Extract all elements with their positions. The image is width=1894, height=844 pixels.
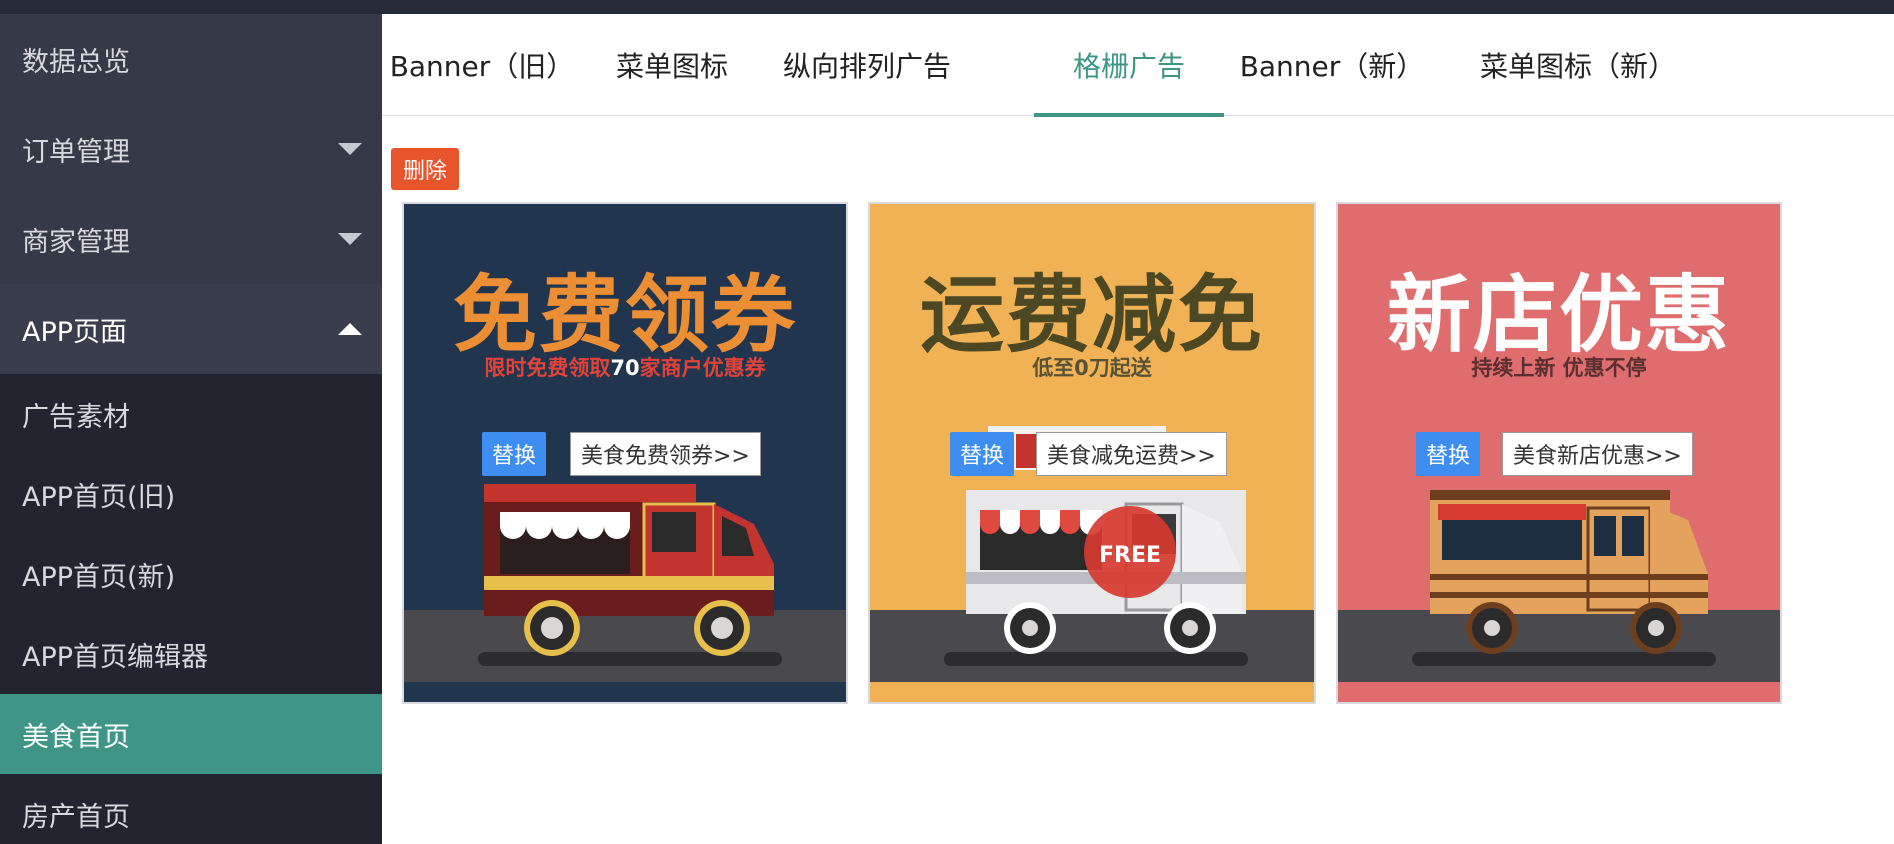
- link-target-box[interactable]: 美食新店优惠>>: [1502, 432, 1693, 476]
- sidebar-item-label: APP首页编辑器: [22, 641, 209, 673]
- link-target-box[interactable]: 美食免费领券>>: [570, 432, 761, 476]
- chevron-down-icon: [338, 143, 362, 155]
- sidebar-item-label: 美食首页: [22, 721, 130, 753]
- tab-menu-icons-new[interactable]: 菜单图标（新）: [1468, 14, 1688, 116]
- card-title: 运费减免: [919, 266, 1264, 364]
- tab-label: Banner（新）: [1239, 50, 1425, 83]
- sidebar-item-food-home[interactable]: 美食首页: [0, 694, 382, 774]
- card-subtitle: 限时免费领取70家商户优惠券: [404, 352, 846, 382]
- ad-card-free-coupon: 免费领券 限时免费领取70家商户优惠券 替换 美食免费领券>>: [402, 202, 848, 704]
- tab-menu-icons[interactable]: 菜单图标: [582, 14, 762, 116]
- sidebar-item-merchant-management[interactable]: 商家管理: [0, 194, 382, 284]
- card-title: 免费领券: [452, 266, 797, 364]
- sidebar: 数据总览 订单管理 商家管理 APP页面 广告素材 APP首页(旧) APP首页…: [0, 14, 382, 844]
- top-bar: [0, 0, 1894, 14]
- replace-button[interactable]: 替换: [1416, 432, 1481, 476]
- tab-vertical-ads[interactable]: 纵向排列广告: [762, 14, 972, 116]
- chevron-up-icon: [338, 323, 362, 335]
- tab-label: 纵向排列广告: [782, 50, 951, 83]
- ad-card-new-store: 新店优惠 持续上新 优惠不停 替换 美食新店优惠>>: [1336, 202, 1782, 704]
- sidebar-item-label: 房产首页: [22, 801, 130, 833]
- card-subtitle: 持续上新 优惠不停: [1471, 356, 1647, 380]
- sidebar-item-label: 订单管理: [22, 136, 130, 168]
- card-subtitle: 低至0刀起送: [1032, 356, 1152, 380]
- sidebar-item-ad-materials[interactable]: 广告素材: [0, 374, 382, 454]
- sidebar-item-app-home-editor[interactable]: APP首页编辑器: [0, 614, 382, 694]
- ad-card-free-delivery: FREE 运费减免 低至0刀起送 替换 美食减免运费>>: [868, 202, 1316, 704]
- sidebar-item-label: 广告素材: [22, 401, 130, 433]
- tab-bar: Banner（旧） 菜单图标 纵向排列广告 格栅广告 Banner（新） 菜单图…: [382, 14, 1894, 117]
- link-target-box[interactable]: 美食减免运费>>: [1036, 432, 1227, 476]
- card-subtitle-text: 限时免费领取: [484, 356, 611, 380]
- chevron-down-icon: [338, 233, 362, 245]
- sidebar-item-label: APP首页(新): [22, 561, 176, 593]
- tab-label: 格栅广告: [1072, 50, 1185, 83]
- card-subtitle-number: 70: [610, 356, 640, 380]
- card-subtitle-text: 家商户优惠券: [639, 356, 766, 380]
- free-stamp-text: FREE: [1099, 543, 1161, 568]
- tab-banner-new[interactable]: Banner（新）: [1224, 14, 1440, 116]
- replace-button[interactable]: 替换: [482, 432, 547, 476]
- replace-button[interactable]: 替换: [950, 432, 1015, 476]
- delete-button[interactable]: 删除: [391, 148, 459, 190]
- sidebar-item-app-home-old[interactable]: APP首页(旧): [0, 454, 382, 534]
- sidebar-item-label: 数据总览: [22, 46, 130, 78]
- tab-label: 菜单图标: [615, 50, 728, 83]
- main-content: Banner（旧） 菜单图标 纵向排列广告 格栅广告 Banner（新） 菜单图…: [382, 14, 1894, 844]
- sidebar-item-app-pages[interactable]: APP页面: [0, 284, 382, 374]
- sidebar-submenu-app-pages: 广告素材 APP首页(旧) APP首页(新) APP首页编辑器 美食首页 房产首…: [0, 374, 382, 844]
- sidebar-item-label: 商家管理: [22, 226, 130, 258]
- tab-grid-ads[interactable]: 格栅广告: [1034, 14, 1224, 117]
- sidebar-item-label: APP页面: [22, 316, 128, 348]
- sidebar-item-label: APP首页(旧): [22, 481, 176, 513]
- tab-label: Banner（旧）: [389, 50, 575, 83]
- sidebar-item-real-estate-home[interactable]: 房产首页: [0, 774, 382, 844]
- sidebar-item-order-management[interactable]: 订单管理: [0, 104, 382, 194]
- sidebar-item-data-overview[interactable]: 数据总览: [0, 14, 382, 104]
- sidebar-item-app-home-new[interactable]: APP首页(新): [0, 534, 382, 614]
- card-title: 新店优惠: [1386, 266, 1731, 364]
- tab-label: 菜单图标（新）: [1479, 50, 1676, 83]
- tab-banner-old[interactable]: Banner（旧）: [382, 14, 582, 116]
